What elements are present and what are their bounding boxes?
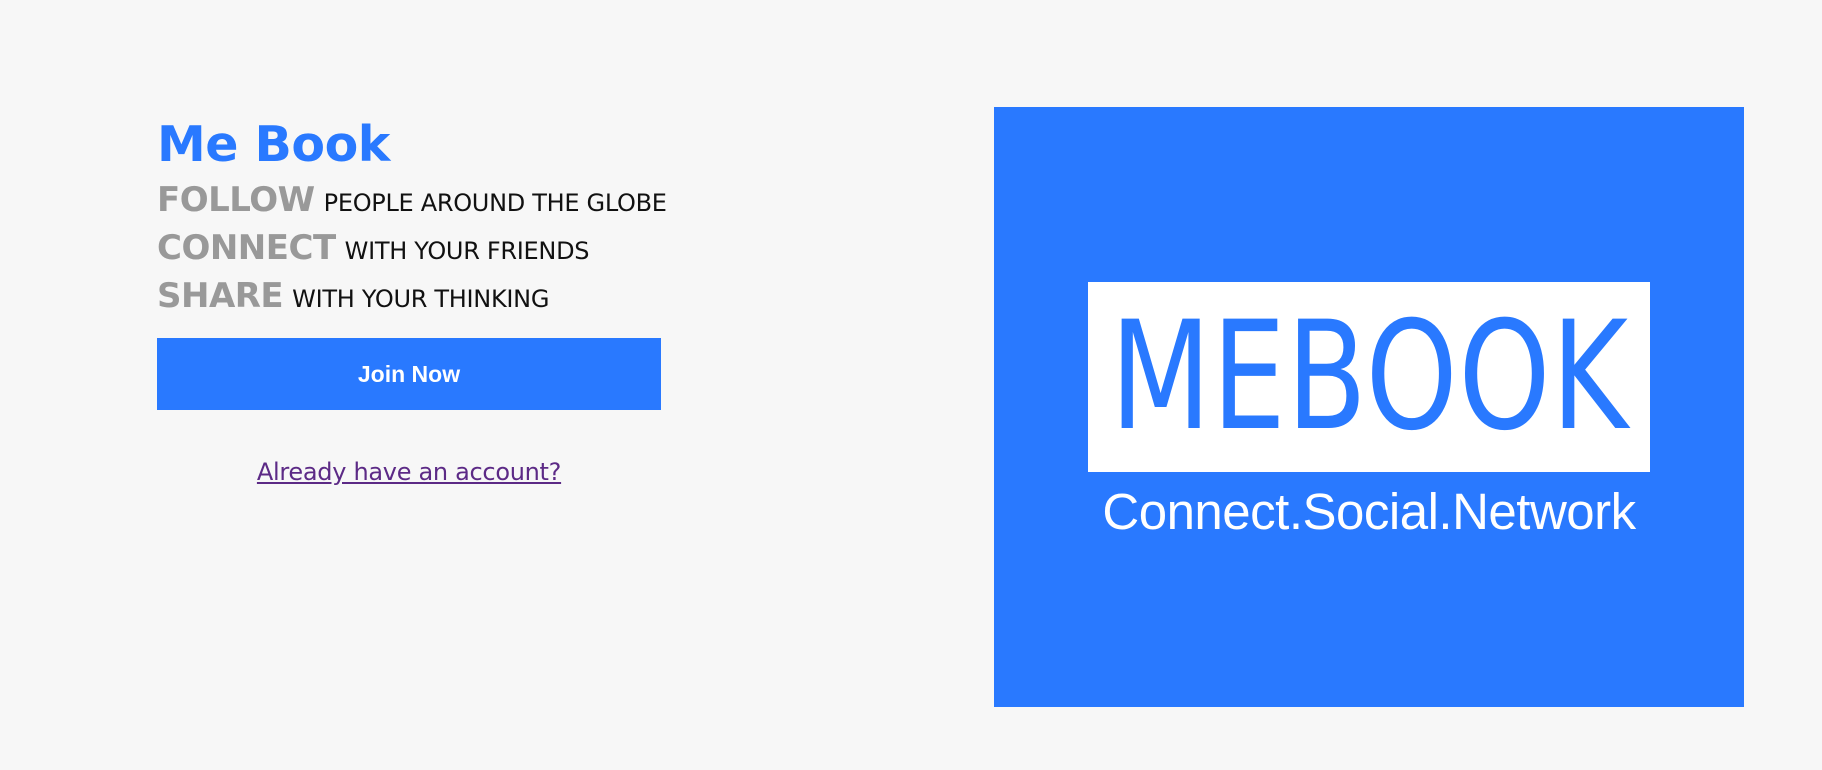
tagline-verb: FOLLOW — [157, 180, 315, 220]
logo-wordmark-box: MEBOOK — [1088, 282, 1650, 472]
tagline-follow: FOLLOW PEOPLE AROUND THE GLOBE — [157, 180, 667, 228]
tagline-text: WITH YOUR FRIENDS — [344, 237, 590, 265]
already-have-account-link[interactable]: Already have an account? — [257, 458, 561, 486]
mebook-logo: MEBOOK Connect.Social.Network — [994, 107, 1744, 707]
tagline-connect: CONNECT WITH YOUR FRIENDS — [157, 228, 661, 276]
tagline-verb: CONNECT — [157, 228, 336, 268]
logo-slogan: Connect.Social.Network — [1102, 483, 1636, 540]
logo-wordmark: MEBOOK — [1109, 290, 1629, 464]
tagline-share: SHARE WITH YOUR THINKING — [157, 276, 661, 324]
login-link-container: Already have an account? — [157, 458, 661, 486]
landing-page: Me Book FOLLOW PEOPLE AROUND THE GLOBE C… — [0, 0, 1822, 770]
tagline-text: PEOPLE AROUND THE GLOBE — [323, 189, 667, 217]
tagline-verb: SHARE — [157, 276, 284, 316]
join-now-button[interactable]: Join Now — [157, 338, 661, 410]
hero-section: Me Book FOLLOW PEOPLE AROUND THE GLOBE C… — [157, 110, 667, 486]
brand-title: Me Book — [157, 116, 390, 173]
tagline-text: WITH YOUR THINKING — [292, 285, 550, 313]
